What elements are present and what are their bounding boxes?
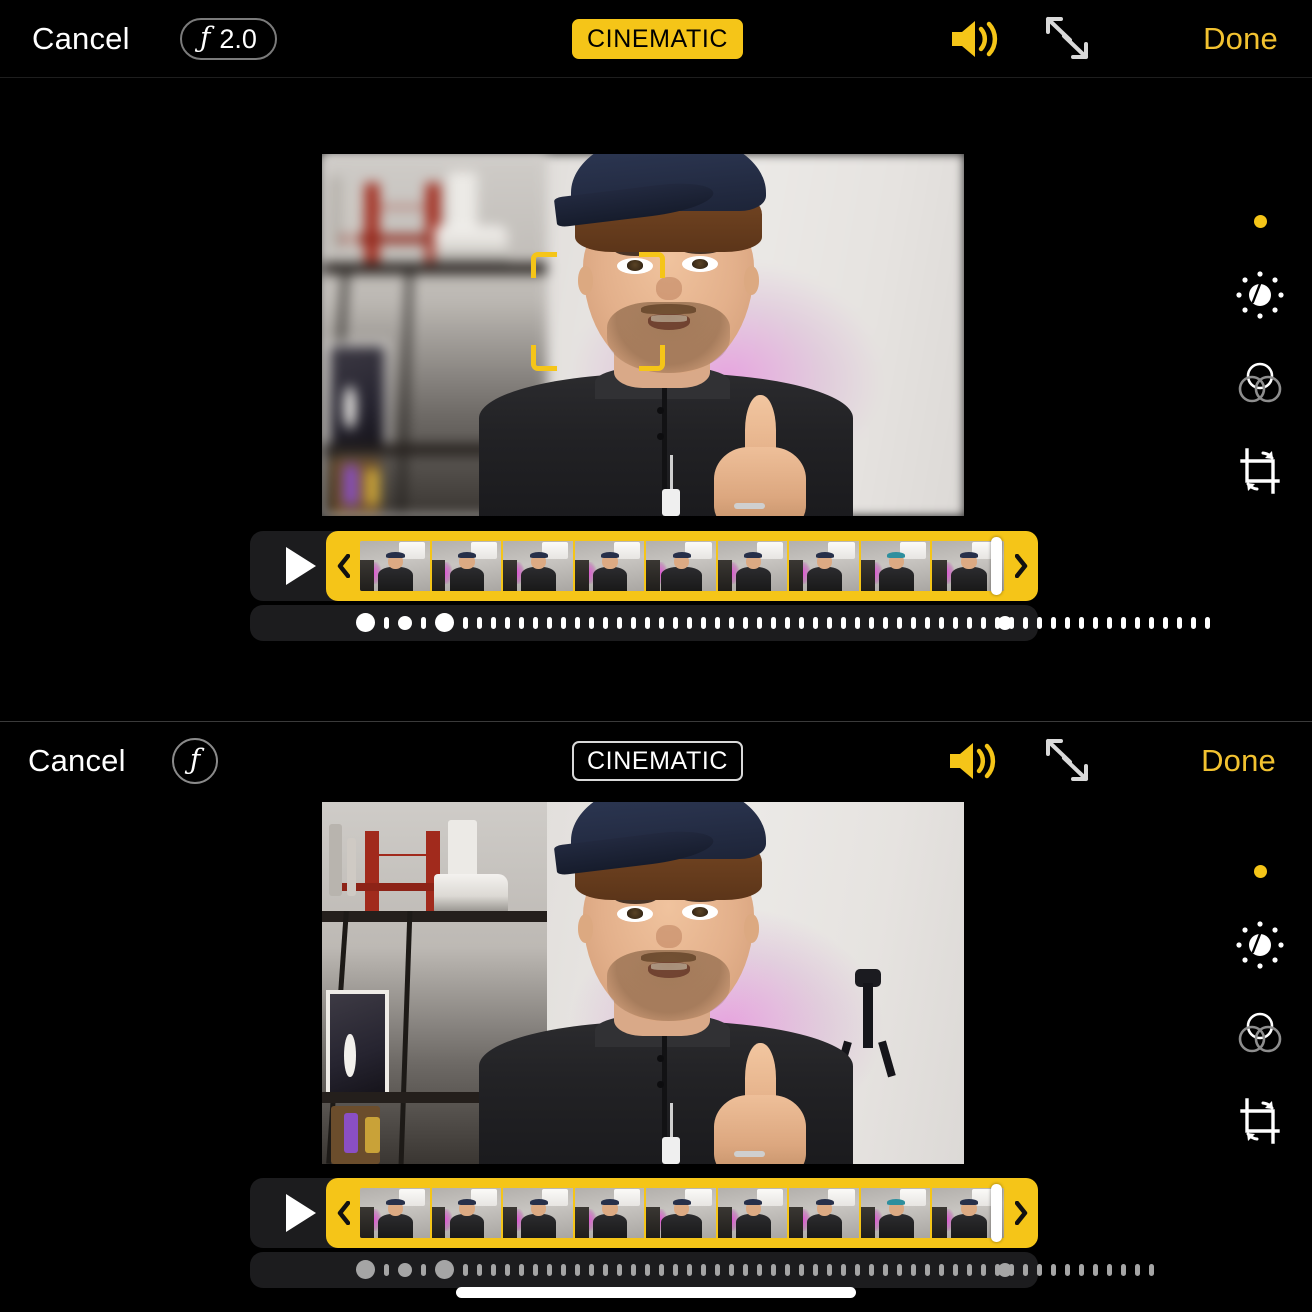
edit-tool-rail-top: [1220, 215, 1300, 502]
trim-window[interactable]: [326, 531, 1038, 601]
trim-handle-left[interactable]: [326, 531, 360, 601]
done-button[interactable]: Done: [1201, 743, 1276, 779]
film-thumbnail-strip[interactable]: [360, 1188, 1004, 1238]
film-thumbnail: [360, 1188, 432, 1238]
film-thumbnail: [431, 1188, 504, 1238]
chevron-right-icon: [1014, 1201, 1027, 1225]
playhead-indicator[interactable]: [991, 1184, 1002, 1242]
picture-frame: [326, 990, 390, 1099]
auto-adjust-dial-icon[interactable]: [1229, 264, 1291, 326]
done-button[interactable]: Done: [1203, 21, 1278, 57]
keyframe-marker[interactable]: [435, 1260, 454, 1279]
expand-diagonal-icon[interactable]: [1040, 736, 1094, 784]
keyframe-marker[interactable]: [398, 1262, 412, 1277]
editor-toolbar-top: Cancel ƒ 2.0 CINEMATIC Done: [0, 0, 1312, 78]
speaker-wave-icon[interactable]: [948, 16, 1004, 62]
cinematic-editor-panel-bottom: Cancel ƒ CINEMATIC Done: [0, 722, 1312, 1312]
keyframe-marker-end[interactable]: [998, 616, 1012, 630]
trim-window[interactable]: [326, 1178, 1038, 1248]
edit-tool-rail-bottom: [1220, 865, 1300, 1152]
film-thumbnail: [431, 541, 504, 591]
chevron-left-icon: [337, 554, 350, 578]
person-subject: [463, 802, 861, 1164]
aperture-f-glyph: ƒ: [200, 21, 211, 54]
play-triangle-icon: [286, 1194, 316, 1232]
lavalier-mic: [662, 1137, 681, 1164]
keyframe-marker[interactable]: [398, 615, 412, 630]
film-thumbnail: [646, 1188, 718, 1238]
playhead-indicator[interactable]: [991, 537, 1002, 595]
film-thumbnail: [646, 541, 718, 591]
film-thumbnail: [717, 1188, 790, 1238]
filters-circles-icon[interactable]: [1229, 352, 1291, 414]
video-preview-top[interactable]: [322, 154, 964, 516]
editor-toolbar-bottom: Cancel ƒ CINEMATIC Done: [0, 722, 1312, 800]
film-thumbnail: [503, 1188, 575, 1238]
keyframe-marker[interactable]: [356, 1260, 375, 1279]
lavalier-mic: [662, 489, 681, 516]
film-thumbnail: [574, 541, 647, 591]
trim-handle-right[interactable]: [1004, 1178, 1038, 1248]
film-thumbnail: [360, 541, 432, 591]
film-thumbnail: [717, 541, 790, 591]
film-thumbnail: [860, 541, 933, 591]
active-tool-indicator-dot: [1253, 865, 1267, 878]
cancel-button[interactable]: Cancel: [32, 21, 130, 57]
keyframe-marker[interactable]: [435, 613, 454, 632]
crop-rotate-icon[interactable]: [1229, 1090, 1291, 1152]
keyframe-track-bottom[interactable]: [250, 1252, 1154, 1288]
face-tracking-box[interactable]: [530, 251, 666, 372]
auto-adjust-dial-icon[interactable]: [1229, 914, 1291, 976]
filters-circles-icon[interactable]: [1229, 1002, 1291, 1064]
cinematic-mode-toggle[interactable]: CINEMATIC: [572, 741, 744, 781]
home-indicator[interactable]: [456, 1287, 856, 1298]
cinematic-editor-panel-top: Cancel ƒ 2.0 CINEMATIC Done: [0, 0, 1312, 722]
pointing-hand: [713, 395, 806, 516]
film-thumbnail: [789, 541, 861, 591]
trim-handle-left[interactable]: [326, 1178, 360, 1248]
film-thumbnail: [860, 1188, 933, 1238]
keyframe-marker[interactable]: [356, 613, 375, 632]
cinematic-mode-toggle[interactable]: CINEMATIC: [572, 19, 744, 59]
pointing-hand: [713, 1043, 806, 1164]
cancel-button[interactable]: Cancel: [28, 743, 126, 779]
film-thumbnail-strip[interactable]: [360, 541, 1004, 591]
keyframe-markers[interactable]: [356, 613, 1210, 632]
aperture-value: 2.0: [219, 23, 257, 54]
film-thumbnail: [503, 541, 575, 591]
film-thumbnail: [789, 1188, 861, 1238]
screen-root: Cancel ƒ 2.0 CINEMATIC Done Cancel ƒ CIN…: [0, 0, 1312, 1312]
film-thumbnail: [574, 1188, 647, 1238]
video-preview-bottom[interactable]: [322, 802, 964, 1164]
scrubber-bar-bottom: [250, 1178, 1038, 1248]
active-tool-indicator-dot: [1253, 215, 1267, 228]
scrubber-bar-top: [250, 531, 1038, 601]
aperture-depth-button[interactable]: ƒ 2.0: [180, 18, 277, 60]
keyframe-track-top[interactable]: [250, 605, 1210, 641]
trim-handle-right[interactable]: [1004, 531, 1038, 601]
toolbar-divider: [0, 77, 1312, 78]
chevron-right-icon: [1014, 554, 1027, 578]
speaker-wave-icon[interactable]: [946, 738, 1002, 784]
keyframe-markers[interactable]: [356, 1260, 1154, 1279]
crop-rotate-icon[interactable]: [1229, 440, 1291, 502]
chevron-left-icon: [337, 1201, 350, 1225]
aperture-f-glyph: ƒ: [189, 743, 201, 776]
aperture-depth-button[interactable]: ƒ: [172, 738, 218, 784]
play-triangle-icon: [286, 547, 316, 585]
expand-diagonal-icon[interactable]: [1040, 14, 1094, 62]
picture-frame: [326, 342, 390, 451]
keyframe-marker-end[interactable]: [998, 1263, 1012, 1277]
